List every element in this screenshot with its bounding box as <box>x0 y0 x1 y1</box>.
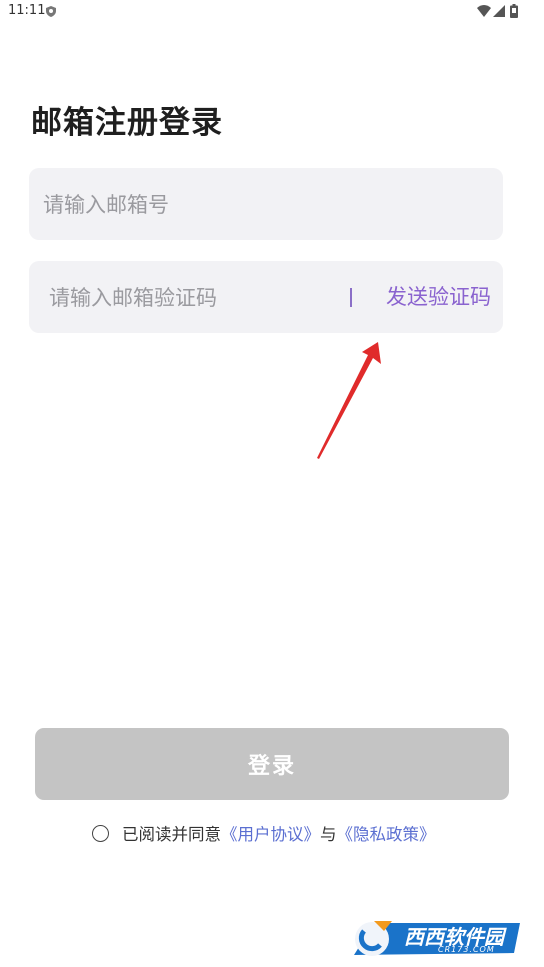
battery-icon <box>510 4 518 18</box>
page-title: 邮箱注册登录 <box>31 105 223 141</box>
field-divider <box>350 288 352 307</box>
verification-code-input[interactable] <box>47 261 321 335</box>
verification-code-field[interactable]: 发送验证码 <box>29 261 503 335</box>
email-input[interactable] <box>41 168 495 242</box>
user-agreement-link[interactable]: 《用户协议》 <box>221 821 320 845</box>
send-code-button[interactable]: 发送验证码 <box>386 281 491 311</box>
annotation-arrow-icon <box>317 342 381 459</box>
status-time: 11:11 <box>8 3 46 18</box>
watermark-subtext: CR173.COM <box>438 945 495 954</box>
privacy-policy-link[interactable]: 《隐私政策》 <box>337 821 436 845</box>
watermark-logo: 西西软件园 CR173.COM <box>344 917 524 961</box>
login-button[interactable]: 登录 <box>35 728 509 800</box>
shield-icon <box>46 6 56 17</box>
agreement-joiner: 与 <box>320 825 337 844</box>
agreement-row: 已阅读并同意 《用户协议》 与 《隐私政策》 <box>92 821 436 845</box>
status-bar: 11:11 <box>0 0 544 24</box>
signal-icon <box>493 5 505 17</box>
wifi-icon <box>477 5 491 17</box>
agree-radio[interactable] <box>92 824 109 842</box>
email-field[interactable] <box>29 168 503 242</box>
agreement-prefix: 已阅读并同意 <box>122 825 221 844</box>
